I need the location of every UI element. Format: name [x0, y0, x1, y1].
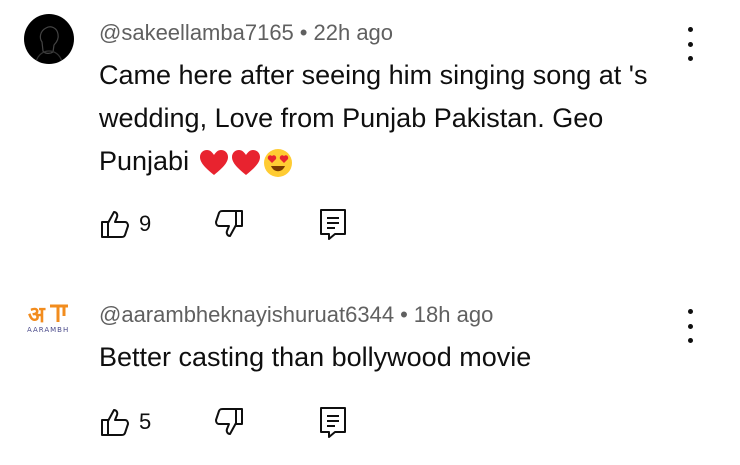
heart-emoji-icon: [231, 149, 260, 175]
comment-text-content: Came here after seeing him singing song …: [99, 60, 648, 176]
comment-text: Better casting than bollywood movie: [99, 336, 699, 379]
reply-icon: [320, 209, 346, 240]
comment-time[interactable]: 22h ago: [314, 20, 394, 45]
comment-author[interactable]: @sakeellamba7165: [99, 20, 294, 45]
comment-actions: 5: [99, 404, 399, 440]
like-count: 5: [139, 409, 152, 434]
thumbs-down-icon: [215, 408, 243, 435]
thumbs-up-icon: [101, 211, 129, 238]
comment-meta: @aarambheknayishuruat6344 • 18h ago: [99, 302, 493, 328]
comment-text: Came here after seeing him singing song …: [99, 54, 699, 183]
like-count: 9: [139, 211, 152, 236]
comment-actions: 9: [99, 206, 399, 242]
thumbs-up-icon: [101, 409, 129, 436]
svg-text:अ: अ: [28, 303, 46, 328]
heart-eyes-emoji-icon: [263, 148, 292, 177]
aarambh-logo-icon: अ AARAMBH: [24, 294, 74, 344]
dot-icon: [687, 323, 693, 329]
avatar[interactable]: अ AARAMBH: [24, 294, 74, 344]
reply-icon: [320, 407, 346, 438]
like-button[interactable]: 9: [99, 206, 151, 242]
reply-button[interactable]: [318, 404, 348, 440]
heart-emoji-icon: [199, 149, 228, 175]
comment-item: अ AARAMBH @aarambheknayishuruat6344 • 18h …: [0, 280, 740, 465]
meta-separator: •: [400, 302, 408, 327]
dot-icon: [687, 41, 693, 47]
comment-author[interactable]: @aarambheknayishuruat6344: [99, 302, 394, 327]
dislike-button[interactable]: [213, 404, 245, 440]
dot-icon: [687, 27, 693, 32]
dislike-button[interactable]: [213, 206, 245, 242]
comment-time[interactable]: 18h ago: [414, 302, 494, 327]
like-button[interactable]: 5: [99, 404, 151, 440]
comment-item: @sakeellamba7165 • 22h ago Came here after…: [0, 0, 740, 250]
silhouette-avatar-icon: [24, 14, 74, 64]
comment-meta: @sakeellamba7165 • 22h ago: [99, 20, 393, 46]
emoji-group: [197, 146, 293, 177]
meta-separator: •: [299, 20, 308, 45]
thumbs-down-icon: [215, 210, 243, 237]
dot-icon: [687, 309, 693, 314]
comment-text-content: Better casting than bollywood movie: [99, 342, 532, 372]
avatar[interactable]: [24, 14, 74, 64]
svg-text:AARAMBH: AARAMBH: [27, 326, 69, 334]
reply-button[interactable]: [318, 206, 348, 242]
